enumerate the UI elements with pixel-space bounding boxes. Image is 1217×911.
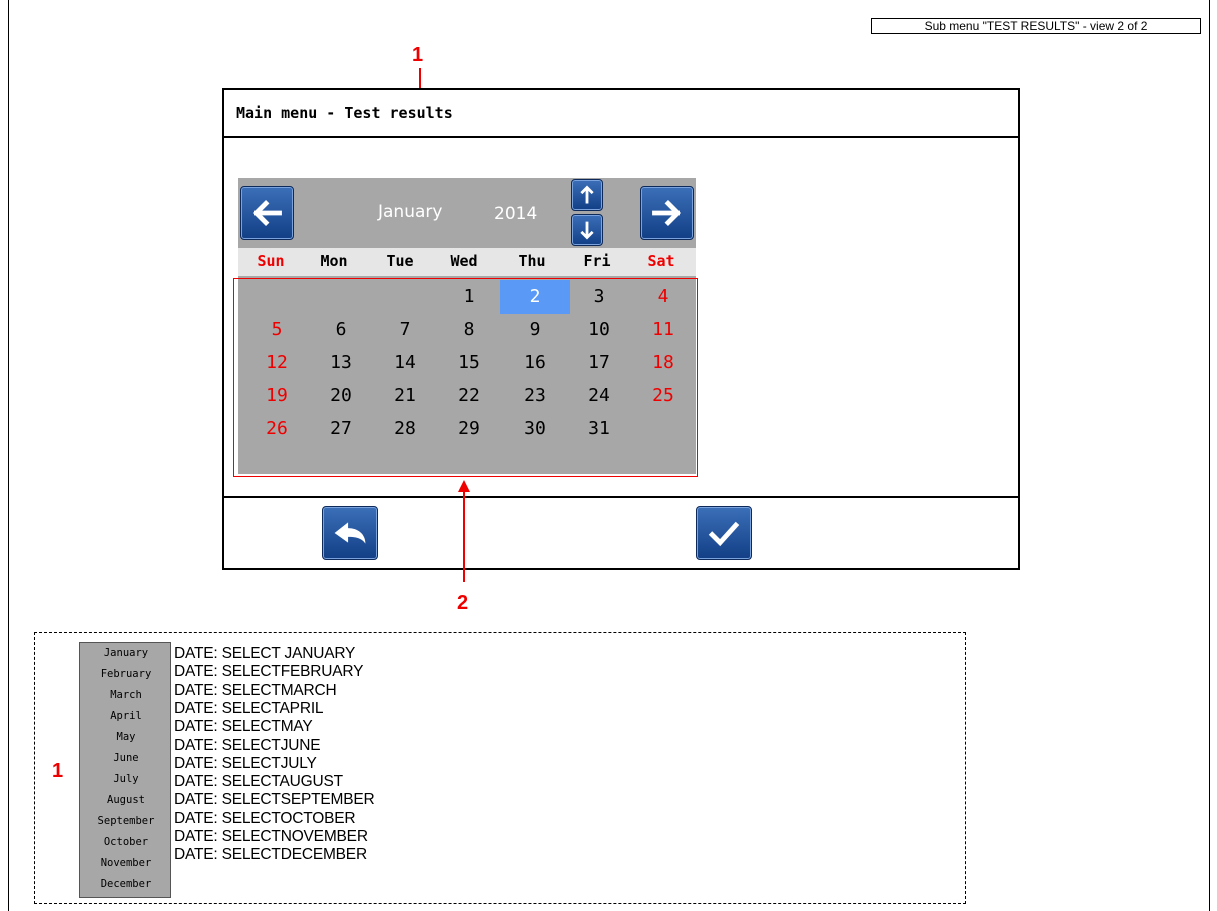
legend-description: DATE: SELECTJUNE (174, 736, 321, 754)
confirm-button[interactable] (696, 506, 752, 560)
footer-bar (224, 496, 1018, 568)
legend-month-label: May (116, 731, 136, 743)
frame-left-border (8, 0, 9, 911)
year-up-button[interactable] (571, 179, 603, 211)
frame-right-border (1209, 0, 1210, 911)
legend-month-label: April (110, 710, 142, 722)
title-bar: Main menu - Test results (224, 90, 1018, 138)
day-names-row: Sun Mon Tue Wed Thu Fri Sat (238, 248, 696, 276)
callout-2-arrow (458, 480, 470, 582)
arrow-up-icon (580, 185, 594, 204)
arrow-right-icon (652, 199, 681, 227)
legend-month-label: August (107, 794, 145, 806)
legend-description: DATE: SELECTMAY (174, 718, 313, 736)
back-arrow-icon (334, 522, 366, 544)
legend-month-label: June (113, 752, 139, 764)
legend-description: DATE: SELECTMARCH (174, 681, 337, 699)
legend-month-label: November (100, 857, 152, 869)
checkmark-icon (708, 521, 740, 547)
legend-description: DATE: SELECTAUGUST (174, 773, 343, 791)
legend-description: DATE: SELECTSEPTEMBER (174, 791, 375, 809)
calendar-header: January 2014 (238, 178, 696, 248)
arrow-down-icon (580, 221, 594, 240)
legend-month-label: September (97, 815, 155, 827)
legend-description: DATE: SELECTNOVEMBER (174, 828, 368, 845)
legend-description: DATE: SELECTAPRIL (174, 699, 324, 717)
view-subtitle: Sub menu "TEST RESULTS" - view 2 of 2 (871, 18, 1201, 34)
legend-description: DATE: SELECTFEBRUARY (174, 663, 364, 681)
legend-month-label: March (110, 689, 142, 701)
day-grid-highlight (233, 278, 698, 477)
legend-description: DATE: SELECT JANUARY (174, 645, 356, 662)
day-name: Mon (320, 252, 348, 270)
callout-1-top: 1 (412, 44, 424, 66)
day-name: Fri (583, 252, 611, 270)
day-name: Sat (647, 252, 675, 270)
legend-description: DATE: SELECTJULY (174, 754, 317, 772)
year-down-button[interactable] (571, 214, 603, 246)
day-name: Wed (450, 252, 478, 270)
day-name: Tue (386, 252, 414, 270)
legend-month-label: January (103, 647, 149, 659)
screen-title: Main menu - Test results (236, 104, 453, 122)
day-name: Thu (518, 252, 546, 270)
next-month-button[interactable] (640, 186, 694, 240)
legend-description: DATE: SELECTDECEMBER (174, 846, 367, 864)
legend-month-label: December (100, 878, 152, 890)
legend-month-label: July (113, 773, 139, 785)
legend-month-label: October (103, 836, 149, 848)
year-label[interactable]: 2014 (494, 204, 537, 224)
day-name: Sun (257, 252, 285, 270)
back-button[interactable] (322, 506, 378, 560)
month-label[interactable]: January (378, 202, 442, 222)
prev-month-button[interactable] (240, 186, 294, 240)
legend-description: DATE: SELECTOCTOBER (174, 809, 356, 827)
month-list: January February March April May June July Augu… (79, 642, 171, 898)
arrow-left-icon (253, 199, 282, 227)
callout-1-legend: 1 (52, 760, 64, 782)
legend-month-label: February (100, 668, 152, 680)
callout-2: 2 (457, 592, 469, 614)
